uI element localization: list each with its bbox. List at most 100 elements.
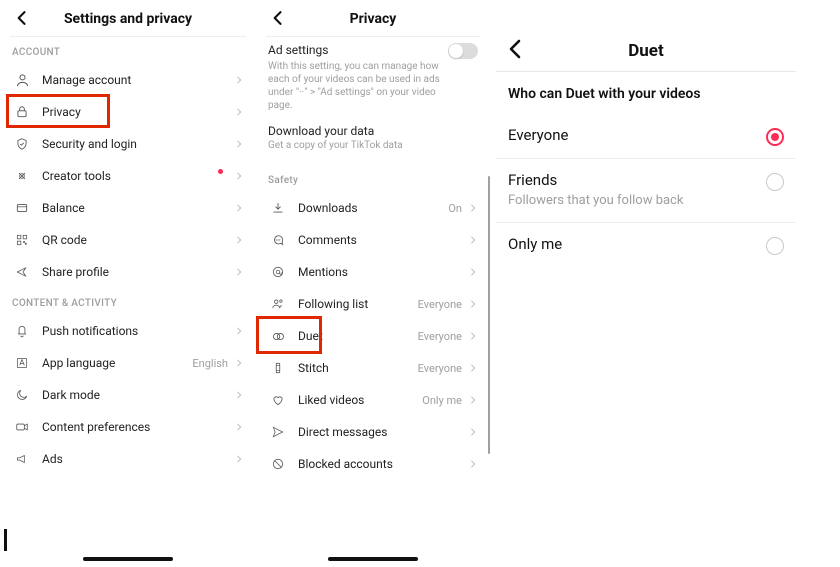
row-downloads[interactable]: Downloads On: [256, 192, 490, 224]
shield-icon: [12, 134, 32, 154]
blocked-icon: [268, 454, 288, 474]
row-label: Blocked accounts: [288, 457, 466, 471]
duet-question: Who can Duet with your videos: [496, 78, 796, 114]
row-content-pref[interactable]: Content preferences: [0, 411, 256, 443]
chevron-right-icon: [232, 420, 246, 434]
row-dm[interactable]: Direct messages: [256, 416, 490, 448]
chevron-right-icon: [466, 393, 480, 407]
download-icon: [268, 198, 288, 218]
ad-settings-desc: With this setting, you can manage how ea…: [268, 60, 478, 112]
row-label: Content preferences: [32, 420, 232, 434]
qr-icon: [12, 230, 32, 250]
privacy-panel: Privacy Ad settings With this setting, y…: [256, 0, 490, 567]
row-comments[interactable]: Comments: [256, 224, 490, 256]
wallet-icon: [12, 198, 32, 218]
home-indicator: [328, 557, 418, 561]
row-mentions[interactable]: Mentions: [256, 256, 490, 288]
chevron-right-icon: [232, 265, 246, 279]
row-label: Direct messages: [288, 425, 466, 439]
chevron-right-icon: [232, 452, 246, 466]
row-value: Everyone: [418, 330, 466, 343]
page-title: Settings and privacy: [64, 11, 192, 27]
chevron-right-icon: [466, 201, 480, 215]
ad-settings-toggle[interactable]: [448, 43, 478, 59]
person-icon: [12, 70, 32, 90]
row-ads[interactable]: Ads: [0, 443, 256, 475]
row-label: Push notifications: [32, 324, 232, 338]
chevron-right-icon: [232, 137, 246, 151]
row-label: Following list: [288, 297, 418, 311]
radio-icon: [766, 173, 784, 191]
row-label: Liked videos: [288, 393, 422, 407]
row-label: App language: [32, 356, 192, 370]
page-title: Privacy: [350, 11, 397, 27]
row-label: Mentions: [288, 265, 466, 279]
panel1-header: Settings and privacy: [0, 4, 256, 34]
row-following[interactable]: Following list Everyone: [256, 288, 490, 320]
row-share-profile[interactable]: Share profile: [0, 256, 256, 288]
row-label: Ads: [32, 452, 232, 466]
chevron-right-icon: [466, 297, 480, 311]
back-button[interactable]: [266, 6, 290, 30]
heart-icon: [268, 390, 288, 410]
panel3-header: Duet: [496, 35, 796, 67]
row-label: Comments: [288, 233, 466, 247]
tools-icon: [12, 166, 32, 186]
home-indicator: [83, 557, 173, 561]
row-blocked[interactable]: Blocked accounts: [256, 448, 490, 480]
row-push[interactable]: Push notifications: [0, 315, 256, 347]
row-qr[interactable]: QR code: [0, 224, 256, 256]
option-friends[interactable]: Friends Followers that you follow back: [496, 159, 796, 223]
send-icon: [268, 422, 288, 442]
divider: [496, 71, 796, 72]
page-title: Duet: [628, 41, 664, 61]
row-label: Duet: [288, 329, 418, 343]
chevron-right-icon: [232, 73, 246, 87]
notification-dot: [218, 169, 223, 174]
row-language[interactable]: App language English: [0, 347, 256, 379]
row-security[interactable]: Security and login: [0, 128, 256, 160]
chevron-right-icon: [466, 233, 480, 247]
row-privacy[interactable]: Privacy: [0, 96, 256, 128]
chevron-right-icon: [232, 356, 246, 370]
chevron-right-icon: [466, 457, 480, 471]
people-icon: [268, 294, 288, 314]
row-duet[interactable]: Duet Everyone: [256, 320, 490, 352]
option-only-me[interactable]: Only me: [496, 223, 796, 267]
megaphone-icon: [12, 449, 32, 469]
row-label: Dark mode: [32, 388, 232, 402]
section-label-safety: Safety: [256, 157, 490, 192]
row-label: Privacy: [32, 105, 232, 119]
download-data-block[interactable]: Download your data Get a copy of your Ti…: [256, 114, 490, 157]
row-manage-account[interactable]: Manage account: [0, 64, 256, 96]
bell-icon: [12, 321, 32, 341]
row-value: On: [448, 202, 466, 215]
row-stitch[interactable]: Stitch Everyone: [256, 352, 490, 384]
chevron-left-icon: [12, 8, 32, 28]
row-dark-mode[interactable]: Dark mode: [0, 379, 256, 411]
chevron-right-icon: [232, 201, 246, 215]
row-value: Everyone: [418, 298, 466, 311]
radio-icon: [766, 237, 784, 255]
row-value: Everyone: [418, 362, 466, 375]
at-icon: [268, 262, 288, 282]
option-label: Friends: [508, 171, 784, 189]
scrollbar[interactable]: [488, 176, 490, 454]
ad-settings-block[interactable]: Ad settings With this setting, you can m…: [256, 37, 490, 114]
row-label: Creator tools: [32, 169, 227, 183]
ad-settings-title: Ad settings: [268, 43, 478, 57]
row-balance[interactable]: Balance: [0, 192, 256, 224]
option-label: Everyone: [508, 126, 784, 144]
video-icon: [12, 417, 32, 437]
back-button[interactable]: [504, 37, 528, 65]
row-liked[interactable]: Liked videos Only me: [256, 384, 490, 416]
chevron-right-icon: [466, 361, 480, 375]
row-creator-tools[interactable]: Creator tools: [0, 160, 256, 192]
row-label: Manage account: [32, 73, 232, 87]
text-caret: [4, 529, 7, 551]
option-label: Only me: [508, 235, 784, 253]
duet-panel: Duet Who can Duet with your videos Every…: [496, 0, 796, 567]
moon-icon: [12, 385, 32, 405]
back-button[interactable]: [10, 6, 34, 30]
option-everyone[interactable]: Everyone: [496, 114, 796, 159]
